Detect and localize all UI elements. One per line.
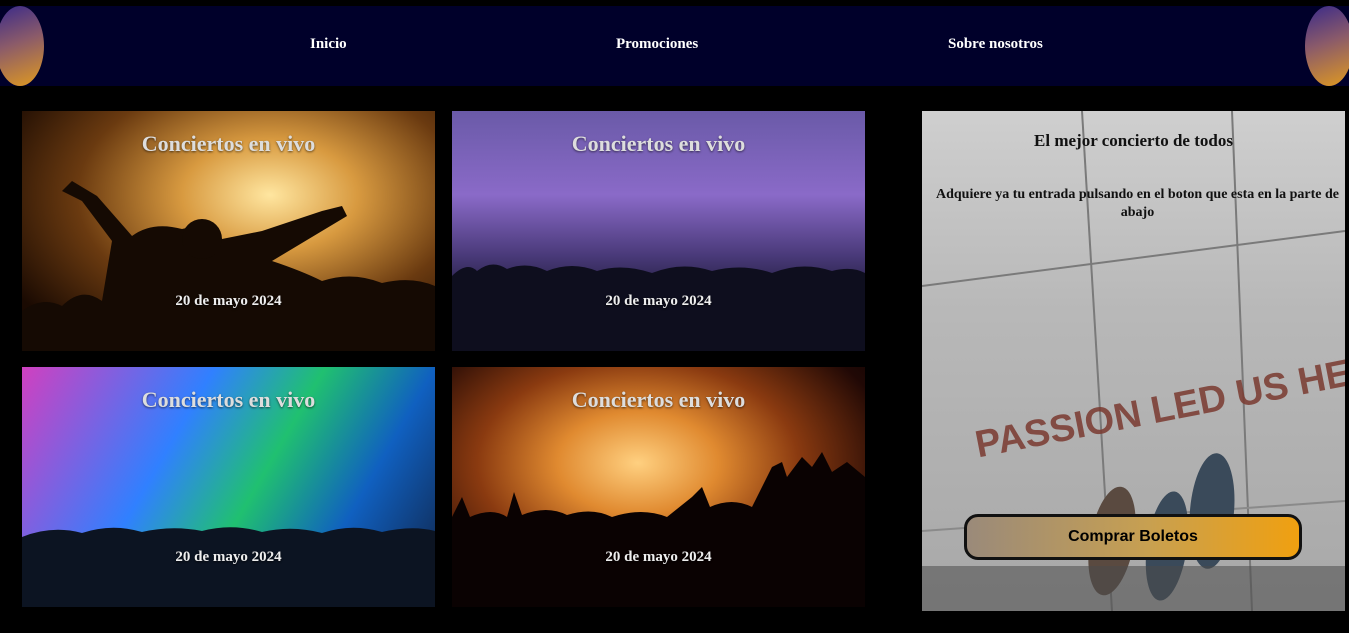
card-date: 20 de mayo 2024	[175, 293, 282, 309]
decorative-orb-right	[1305, 6, 1349, 86]
nav-link-promociones[interactable]: Promociones	[616, 36, 698, 53]
concert-card-4[interactable]: Conciertos en vivo 20 de mayo 2024	[452, 367, 865, 607]
card-title: Conciertos en vivo	[141, 131, 316, 156]
concert-card-2[interactable]: Conciertos en vivo 20 de mayo 2024	[452, 111, 865, 351]
decorative-orb-left	[0, 6, 44, 86]
card-date: 20 de mayo 2024	[605, 293, 712, 309]
concert-card-1[interactable]: Conciertos en vivo 20 de mayo 2024	[22, 111, 435, 351]
promo-title: El mejor concierto de todos	[1034, 131, 1233, 150]
passion-led-us-here-text: PASSION LED US HERE	[972, 342, 1345, 466]
card-title: Conciertos en vivo	[571, 131, 746, 156]
concert-card-3[interactable]: Conciertos en vivo 20 de mayo 2024	[22, 367, 435, 607]
promo-description: Adquiere ya tu entrada pulsando en el bo…	[935, 187, 1340, 220]
nav-link-inicio[interactable]: Inicio	[310, 36, 347, 53]
card-date: 20 de mayo 2024	[605, 549, 712, 565]
promo-panel: PASSION LED US HERE El mejor concierto d…	[922, 111, 1345, 611]
card-title: Conciertos en vivo	[571, 387, 746, 412]
card-date: 20 de mayo 2024	[175, 549, 282, 565]
top-navigation-bar: Inicio Promociones Sobre nosotros	[0, 6, 1349, 86]
nav-link-sobre-nosotros[interactable]: Sobre nosotros	[948, 36, 1043, 53]
buy-tickets-button[interactable]: Comprar Boletos	[964, 514, 1302, 560]
card-title: Conciertos en vivo	[141, 387, 316, 412]
